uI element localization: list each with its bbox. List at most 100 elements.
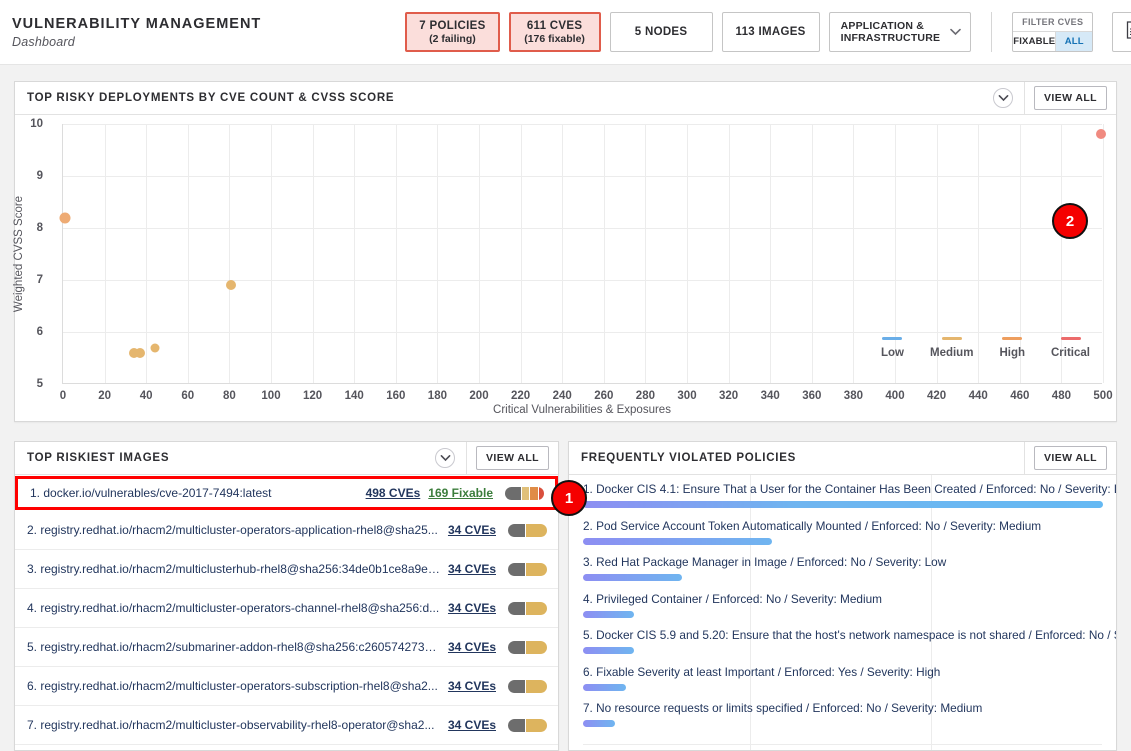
tile-policies[interactable]: 7 POLICIES (2 failing) <box>405 12 500 52</box>
chart-x-tick: 160 <box>386 390 406 402</box>
image-name[interactable]: 5. registry.redhat.io/rhacm2/submariner-… <box>27 640 448 654</box>
chart-data-point[interactable] <box>59 212 71 224</box>
policy-count-bar <box>583 501 1103 508</box>
chart-gridline-horizontal <box>63 228 1102 229</box>
chart-data-point[interactable] <box>1095 129 1106 140</box>
policy-label[interactable]: 7. No resource requests or limits specif… <box>583 701 1116 715</box>
image-cve-count-link[interactable]: 34 CVEs <box>448 601 496 615</box>
chart-gridline-vertical <box>811 124 813 383</box>
export-button[interactable]: EXPORT <box>1112 12 1131 52</box>
image-cve-count-link[interactable]: 34 CVEs <box>448 640 496 654</box>
policy-label[interactable]: 3. Red Hat Package Manager in Image / En… <box>583 555 1116 569</box>
image-row[interactable]: 6. registry.redhat.io/rhacm2/multicluste… <box>15 667 558 706</box>
image-name[interactable]: 3. registry.redhat.io/rhacm2/multicluste… <box>27 562 448 576</box>
policy-row[interactable]: 2. Pod Service Account Token Automatical… <box>569 512 1116 549</box>
chart-gridline-vertical <box>728 124 730 383</box>
chart-x-tick: 200 <box>469 390 489 402</box>
document-icon <box>1126 20 1131 44</box>
policy-row[interactable]: 6. Fixable Severity at least Important /… <box>569 658 1116 695</box>
policy-label[interactable]: 5. Docker CIS 5.9 and 5.20: Ensure that … <box>583 628 1116 642</box>
header-divider <box>991 12 993 52</box>
policies-baseline <box>583 744 1102 745</box>
policy-count-bar <box>583 537 773 545</box>
tile-cves-count: 611 CVES <box>526 19 583 32</box>
image-row[interactable]: 3. registry.redhat.io/rhacm2/multicluste… <box>15 550 558 589</box>
chart-data-point[interactable] <box>150 343 160 353</box>
chart-gridline-horizontal <box>63 332 1102 333</box>
policy-row[interactable]: 5. Docker CIS 5.9 and 5.20: Ensure that … <box>569 621 1116 658</box>
chart-x-tick: 400 <box>885 390 905 402</box>
chart-gridline-vertical <box>1103 124 1104 383</box>
image-name[interactable]: 4. registry.redhat.io/rhacm2/multicluste… <box>27 601 448 615</box>
chart-x-tick: 500 <box>1093 390 1113 402</box>
tile-nodes-count: 5 NODES <box>634 26 688 38</box>
legend-swatch <box>1002 337 1023 340</box>
image-cve-count-link[interactable]: 34 CVEs <box>448 718 496 732</box>
filter-cves-options: FIXABLE ALL <box>1013 32 1093 51</box>
images-panel-title: TOP RISKIEST IMAGES <box>27 452 170 464</box>
chart-x-tick: 240 <box>552 390 572 402</box>
image-name[interactable]: 6. registry.redhat.io/rhacm2/multicluste… <box>27 679 448 693</box>
chart-x-tick: 280 <box>635 390 655 402</box>
chart-x-tick: 320 <box>719 390 739 402</box>
image-cve-count-link[interactable]: 34 CVEs <box>448 562 496 576</box>
chevron-down-icon[interactable] <box>993 88 1014 108</box>
severity-segment <box>539 486 544 500</box>
scope-select[interactable]: APPLICATION & INFRASTRUCTURE <box>828 12 972 52</box>
tile-nodes[interactable]: 5 NODES <box>609 12 713 52</box>
policies-panel-header: FREQUENTLY VIOLATED POLICIES VIEW ALL <box>569 442 1116 475</box>
chart-data-point[interactable] <box>226 280 237 291</box>
image-fixable-link[interactable]: 169 Fixable <box>428 486 493 500</box>
chart-legend-item[interactable]: Low <box>881 337 904 359</box>
filter-cves-label: FILTER CVES <box>1013 13 1093 32</box>
chart-legend-item[interactable]: High <box>999 337 1025 359</box>
severity-segment <box>526 601 547 615</box>
scope-select-line1: APPLICATION & <box>840 19 925 32</box>
image-name[interactable]: 2. registry.redhat.io/rhacm2/multicluste… <box>27 523 448 537</box>
chart-y-tick: 10 <box>30 118 43 130</box>
chart-legend-item[interactable]: Critical <box>1051 337 1090 359</box>
chart-x-tick: 440 <box>968 390 988 402</box>
severity-segment <box>526 718 547 732</box>
chart-view-all-button[interactable]: VIEW ALL <box>1034 86 1107 110</box>
image-row[interactable]: 7. registry.redhat.io/rhacm2/multicluste… <box>15 706 558 745</box>
severity-segment <box>526 562 547 576</box>
page-subtitle: Dashboard <box>12 34 75 49</box>
image-cve-count-link[interactable]: 34 CVEs <box>448 523 496 537</box>
chart-data-point[interactable] <box>134 347 145 358</box>
images-view-all-button[interactable]: VIEW ALL <box>476 446 549 470</box>
policy-row[interactable]: 3. Red Hat Package Manager in Image / En… <box>569 548 1116 585</box>
policy-row[interactable]: 1. Docker CIS 4.1: Ensure That a User fo… <box>569 475 1116 512</box>
chart-gridline-vertical <box>770 124 772 383</box>
policy-row[interactable]: 7. No resource requests or limits specif… <box>569 694 1116 731</box>
policy-label[interactable]: 4. Privileged Container / Enforced: No /… <box>583 592 1116 606</box>
image-name[interactable]: 7. registry.redhat.io/rhacm2/multicluste… <box>27 718 448 732</box>
filter-option-fixable[interactable]: FIXABLE <box>1013 32 1055 51</box>
image-row[interactable]: 4. registry.redhat.io/rhacm2/multicluste… <box>15 589 558 628</box>
policy-label[interactable]: 6. Fixable Severity at least Important /… <box>583 665 1116 679</box>
image-cve-count-link[interactable]: 34 CVEs <box>448 679 496 693</box>
image-row[interactable]: 2. registry.redhat.io/rhacm2/multicluste… <box>15 511 558 550</box>
chart-panel-title: TOP RISKY DEPLOYMENTS BY CVE COUNT & CVS… <box>27 92 395 104</box>
chevron-down-icon <box>950 28 962 36</box>
tile-cves[interactable]: 611 CVES (176 fixable) <box>508 12 601 52</box>
chart-gridline-vertical <box>520 124 522 383</box>
image-row[interactable]: 5. registry.redhat.io/rhacm2/submariner-… <box>15 628 558 667</box>
chart-legend-item[interactable]: Medium <box>930 337 973 359</box>
image-row[interactable]: 1. docker.io/vulnerables/cve-2017-7494:l… <box>15 476 558 510</box>
chart-x-tick: 80 <box>222 390 236 402</box>
legend-swatch <box>882 337 903 340</box>
policy-label[interactable]: 1. Docker CIS 4.1: Ensure That a User fo… <box>583 482 1116 496</box>
image-name[interactable]: 1. docker.io/vulnerables/cve-2017-7494:l… <box>30 486 366 500</box>
image-cve-count-link[interactable]: 498 CVEs <box>366 486 421 500</box>
chart-gridline-vertical <box>104 124 106 383</box>
chart-x-tick: 260 <box>594 390 614 402</box>
filter-option-all[interactable]: ALL <box>1055 32 1093 51</box>
tile-images[interactable]: 113 IMAGES <box>721 12 820 52</box>
chevron-down-icon[interactable] <box>435 448 456 468</box>
tile-policies-count: 7 POLICIES <box>419 19 486 32</box>
chart-y-tick: 8 <box>36 222 43 234</box>
policy-row[interactable]: 4. Privileged Container / Enforced: No /… <box>569 585 1116 622</box>
policies-view-all-button[interactable]: VIEW ALL <box>1034 446 1107 470</box>
policy-label[interactable]: 2. Pod Service Account Token Automatical… <box>583 519 1116 533</box>
